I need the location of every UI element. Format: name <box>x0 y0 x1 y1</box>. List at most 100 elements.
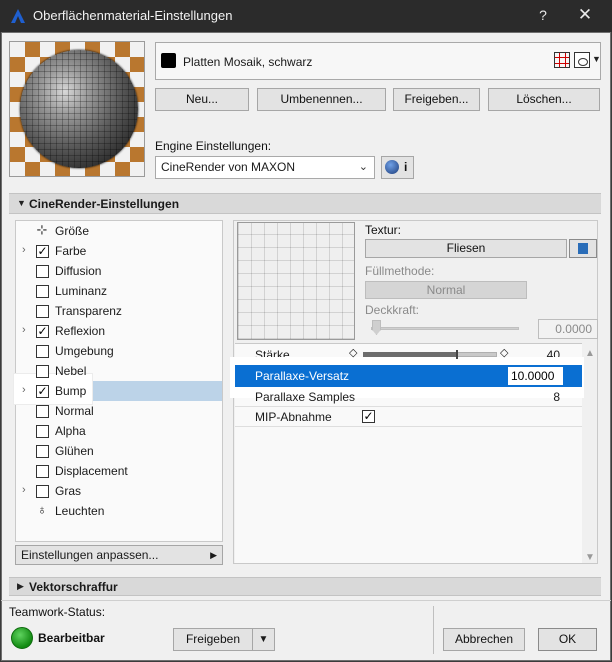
triangle-right-icon: ▶ <box>17 581 24 591</box>
share-button[interactable]: Freigeben... <box>393 88 480 111</box>
opacity-field[interactable]: 0.0000 <box>538 319 598 339</box>
channel-checkbox[interactable] <box>36 265 49 278</box>
cancel-button[interactable]: Abbrechen <box>443 628 525 651</box>
info-icon: i <box>404 160 408 174</box>
channel-label: Reflexion <box>55 324 106 338</box>
channel-checkbox[interactable] <box>36 365 49 378</box>
channel-checkbox[interactable] <box>36 425 49 438</box>
channel-checkbox[interactable] <box>36 305 49 318</box>
vector-hatch-section-header[interactable]: ▶ Vektorschraffur <box>9 577 601 596</box>
delete-button[interactable]: Löschen... <box>488 88 600 111</box>
parallax-samples-label: Parallaxe Samples <box>255 390 356 404</box>
texture-label: Textur: <box>365 223 402 237</box>
channel-label: Umgebung <box>55 344 114 358</box>
channel-item[interactable]: Normal <box>16 401 222 421</box>
param-row-parallax-samples[interactable]: Parallaxe Samples 8 <box>235 387 582 407</box>
channel-item[interactable]: › ✓ Farbe <box>16 241 222 261</box>
engine-select[interactable]: CineRender von MAXON ⌄ <box>155 156 375 179</box>
channel-item[interactable]: › Gras <box>16 481 222 501</box>
fill-method-select[interactable]: Normal <box>365 281 527 299</box>
channel-checkbox[interactable] <box>36 345 49 358</box>
param-row-mip[interactable]: MIP-Abnahme ✓ <box>235 407 582 427</box>
preview-sphere-texture <box>20 50 138 168</box>
channel-checkbox[interactable] <box>36 485 49 498</box>
ok-button[interactable]: OK <box>538 628 597 651</box>
scroll-up-icon[interactable]: ▲ <box>585 348 595 359</box>
new-button[interactable]: Neu... <box>155 88 249 111</box>
slider-left-icon[interactable]: ◇ <box>349 346 357 359</box>
parallax-offset-input[interactable]: 10.0000 <box>508 367 563 385</box>
channel-label: Luminanz <box>55 284 108 298</box>
engine-info-button[interactable]: i <box>381 156 414 179</box>
hatch-grid-icon[interactable] <box>554 52 570 68</box>
texture-button[interactable]: Fliesen <box>365 239 567 258</box>
mip-label: MIP-Abnahme <box>255 410 332 424</box>
channel-item[interactable]: Displacement <box>16 461 222 481</box>
channel-checkbox[interactable] <box>36 285 49 298</box>
channel-label: Bump <box>55 384 87 398</box>
channel-checkbox[interactable]: ✓ <box>36 245 49 258</box>
material-name: Platten Mosaik, schwarz <box>183 55 313 69</box>
chevron-down-icon: ⌄ <box>358 161 368 173</box>
release-menu-arrow-icon[interactable]: ▼ <box>252 628 275 651</box>
channel-label: Displacement <box>55 464 128 478</box>
channel-checkbox[interactable] <box>36 405 49 418</box>
size-icon: ⊹ <box>36 222 48 237</box>
material-swatch <box>161 53 176 68</box>
param-row-parallax-offset[interactable]: Parallaxe-Versatz 10.0000 <box>235 365 582 387</box>
channel-label: Gras <box>55 484 82 498</box>
channel-label: Diffusion <box>55 264 102 278</box>
channel-item[interactable]: ⊹ Größe <box>16 221 222 241</box>
channel-checkbox[interactable]: ✓ <box>36 325 49 338</box>
channel-item[interactable]: Diffusion <box>16 261 222 281</box>
opacity-slider-track[interactable] <box>371 327 519 330</box>
channel-item[interactable]: Umgebung <box>16 341 222 361</box>
channel-checkbox[interactable] <box>36 445 49 458</box>
cinerender-section-title: CineRender-Einstellungen <box>29 197 180 211</box>
channel-item[interactable]: Luminanz <box>16 281 222 301</box>
parallax-samples-value: 8 <box>553 390 560 404</box>
fill-method-label: Füllmethode: <box>365 264 435 278</box>
cinerender-section-header[interactable]: ▼ CineRender-Einstellungen <box>9 193 601 214</box>
channel-item[interactable]: › ✓ Reflexion <box>16 321 222 341</box>
chevron-right-icon[interactable]: › <box>22 324 26 336</box>
channel-item[interactable]: Glühen <box>16 441 222 461</box>
window-title: Oberflächenmaterial-Einstellungen <box>33 8 233 23</box>
channel-label: Glühen <box>55 444 94 458</box>
mip-checkbox[interactable]: ✓ <box>362 410 375 423</box>
texture-image-icon[interactable] <box>574 52 590 68</box>
rename-button[interactable]: Umbenennen... <box>257 88 386 111</box>
channel-checkbox[interactable] <box>36 465 49 478</box>
help-button[interactable]: ? <box>536 7 550 23</box>
close-button[interactable]: ✕ <box>576 5 594 25</box>
slider-right-icon[interactable]: ◇ <box>500 346 508 359</box>
channel-label: Nebel <box>55 364 87 378</box>
channel-label: Größe <box>55 224 90 238</box>
channel-item[interactable]: ♁ Leuchten <box>16 501 222 521</box>
texture-thumbnail[interactable] <box>237 222 355 340</box>
release-button[interactable]: Freigeben <box>173 628 253 651</box>
parallax-offset-label: Parallaxe-Versatz <box>255 369 350 383</box>
chevron-right-icon[interactable]: › <box>22 484 26 496</box>
title-bar: Oberflächenmaterial-Einstellungen ? ✕ <box>0 0 612 32</box>
channel-item[interactable]: Nebel <box>16 361 222 381</box>
channel-label: Normal <box>55 404 94 418</box>
light-icon: ♁ <box>37 502 47 517</box>
texture-browse-icon[interactable] <box>569 239 597 258</box>
scroll-down-icon[interactable]: ▼ <box>585 552 595 563</box>
channel-item[interactable]: Alpha <box>16 421 222 441</box>
vector-hatch-title: Vektorschraffur <box>29 580 118 594</box>
strength-slider-handle[interactable] <box>456 350 458 359</box>
chevron-right-icon[interactable]: › <box>22 244 26 256</box>
customize-settings-button[interactable]: Einstellungen anpassen... ▶ <box>15 545 223 565</box>
triangle-right-icon: ▶ <box>210 550 217 560</box>
channel-checkbox[interactable]: ✓ <box>36 385 49 398</box>
engine-label: Engine Einstellungen: <box>155 139 272 153</box>
channel-item[interactable]: Transparenz <box>16 301 222 321</box>
chevron-down-icon[interactable]: ▼ <box>592 54 601 64</box>
teamwork-status: Bearbeitbar <box>38 631 105 645</box>
footer-vertical-divider <box>433 606 434 654</box>
channel-item[interactable]: › ✓ Bump <box>16 381 222 401</box>
chevron-right-icon[interactable]: › <box>22 384 26 396</box>
opacity-label: Deckkraft: <box>365 303 420 317</box>
